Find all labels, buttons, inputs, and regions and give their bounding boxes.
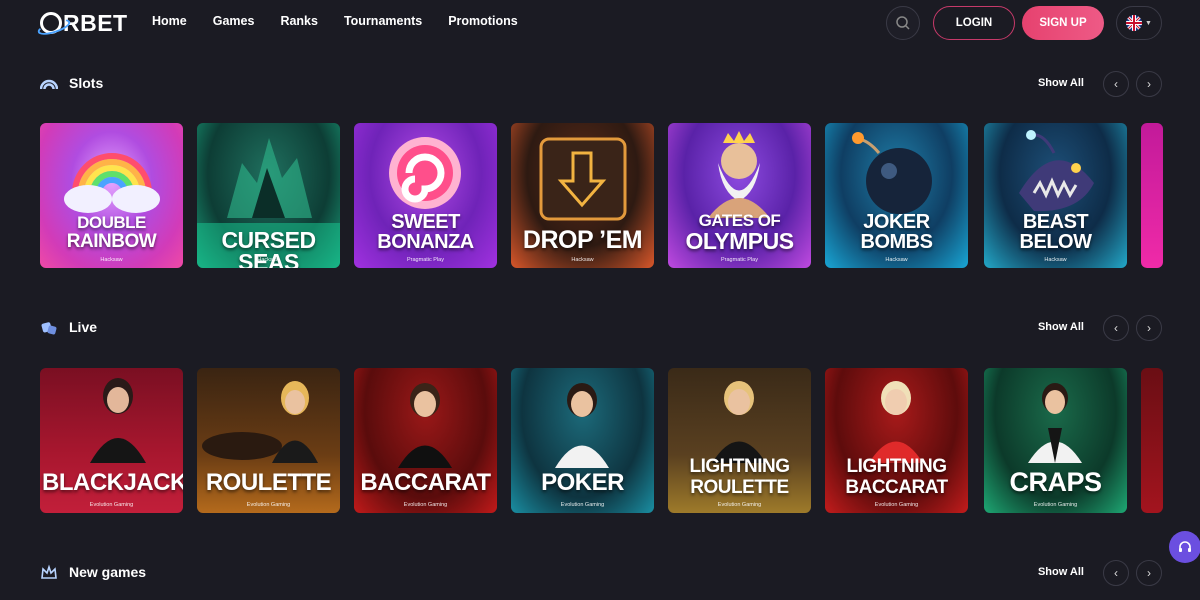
game-title-line2: ROULETTE (690, 477, 789, 498)
scroll-left-button[interactable]: ‹ (1103, 71, 1129, 97)
game-provider: Hacksaw (100, 257, 123, 263)
game-card-partial[interactable] (1141, 123, 1163, 268)
slots-row: DOUBLE RAINBOW Hacksaw CURSED SEAS Hacks… (40, 123, 1200, 268)
game-title-line1: DOUBLE (77, 213, 146, 232)
game-title: BACCARAT (360, 469, 491, 496)
game-title-line1: JOKER (863, 211, 930, 233)
nav-ranks[interactable]: Ranks (280, 14, 318, 28)
logo[interactable]: RBET (40, 10, 128, 36)
game-card[interactable]: SWEET BONANZA Pragmatic Play (354, 123, 497, 268)
chevron-right-icon: › (1147, 566, 1151, 580)
game-title: POKER (541, 469, 624, 496)
game-card[interactable]: CURSED SEAS Hacksaw (197, 123, 340, 268)
game-card[interactable]: DOUBLE RAINBOW Hacksaw (40, 123, 183, 268)
game-provider: Hacksaw (571, 257, 594, 263)
section-title: Live (69, 319, 98, 335)
scroll-right-button[interactable]: › (1136, 315, 1162, 341)
game-provider: Evolution Gaming (1033, 502, 1078, 508)
chevron-down-icon: ▼ (1145, 19, 1152, 27)
game-card[interactable]: DROP ’EM Hacksaw (511, 123, 654, 268)
uk-flag-icon (1126, 15, 1143, 31)
game-card[interactable]: BACCARAT Evolution Gaming (354, 368, 497, 513)
game-card[interactable]: POKER Evolution Gaming (511, 368, 654, 513)
game-title-line2: RAINBOW (66, 231, 157, 252)
nav-promotions[interactable]: Promotions (448, 14, 517, 28)
game-provider: Hacksaw (257, 257, 280, 263)
game-card[interactable]: BEAST BELOW Hacksaw (984, 123, 1127, 268)
game-provider: Pragmatic Play (721, 257, 758, 263)
crown-icon (41, 564, 57, 579)
main-nav: Home Games Ranks Tournaments Promotions (152, 14, 544, 28)
game-provider: Pragmatic Play (407, 257, 444, 263)
rainbow-icon (40, 79, 58, 90)
game-card[interactable]: ROULETTE Evolution Gaming (197, 368, 340, 513)
slots-section-header: Slots Show All ‹ › (40, 71, 1162, 97)
game-title-line1: LIGHTNING (689, 456, 791, 477)
game-title-line2: BACCARAT (845, 477, 948, 498)
game-card[interactable]: GATES OF OLYMPUS Pragmatic Play (668, 123, 811, 268)
top-bar: RBET Home Games Ranks Tournaments Promot… (0, 0, 1200, 46)
section-title: New games (69, 564, 147, 580)
live-section-header: Live Show All ‹ › (40, 315, 1162, 341)
game-title: CRAPS (1009, 467, 1102, 497)
chevron-right-icon: › (1147, 321, 1151, 335)
game-provider: Evolution Gaming (717, 502, 762, 508)
nav-tournaments[interactable]: Tournaments (344, 14, 422, 28)
game-provider: Evolution Gaming (403, 502, 448, 508)
scroll-left-button[interactable]: ‹ (1103, 560, 1129, 586)
game-title: BLACKJACK (42, 469, 183, 496)
game-provider: Evolution Gaming (246, 502, 291, 508)
game-card[interactable]: CRAPS Evolution Gaming (984, 368, 1127, 513)
game-provider: Evolution Gaming (89, 502, 134, 508)
search-button[interactable] (886, 6, 920, 40)
game-title-line1: SWEET (391, 211, 460, 233)
show-all-link[interactable]: Show All (1038, 566, 1084, 578)
chevron-left-icon: ‹ (1114, 77, 1118, 91)
game-title-line1: GATES OF (698, 211, 781, 230)
chevron-left-icon: ‹ (1114, 321, 1118, 335)
chevron-right-icon: › (1147, 77, 1151, 91)
signup-button[interactable]: SIGN UP (1022, 6, 1104, 40)
nav-home[interactable]: Home (152, 14, 187, 28)
live-row: BLACKJACK Evolution Gaming ROULETTE Evol… (40, 368, 1200, 513)
game-title-line1: LIGHTNING (846, 456, 948, 477)
game-provider: Hacksaw (1044, 257, 1067, 263)
support-chat-button[interactable] (1169, 531, 1200, 563)
game-card[interactable]: LIGHTNING ROULETTE Evolution Gaming (668, 368, 811, 513)
logo-orbit-icon (40, 12, 62, 34)
scroll-right-button[interactable]: › (1136, 560, 1162, 586)
dice-icon (41, 322, 57, 335)
logo-text: RBET (63, 9, 128, 36)
game-title: ROULETTE (205, 469, 332, 496)
game-card[interactable]: JOKER BOMBS Hacksaw (825, 123, 968, 268)
game-title-line2: OLYMPUS (685, 228, 794, 254)
show-all-link[interactable]: Show All (1038, 321, 1084, 333)
scroll-right-button[interactable]: › (1136, 71, 1162, 97)
game-card[interactable]: LIGHTNING BACCARAT Evolution Gaming (825, 368, 968, 513)
game-title-line2: BELOW (1019, 231, 1092, 253)
game-title: DROP ’EM (522, 226, 643, 254)
show-all-link[interactable]: Show All (1038, 77, 1084, 89)
game-provider: Hacksaw (885, 257, 908, 263)
headset-icon (1179, 541, 1191, 552)
game-title-line2: BOMBS (860, 231, 933, 253)
scroll-left-button[interactable]: ‹ (1103, 315, 1129, 341)
nav-games[interactable]: Games (213, 14, 255, 28)
language-selector[interactable]: ▼ (1116, 6, 1162, 40)
game-title-line2: BONANZA (377, 231, 474, 253)
game-card[interactable]: BLACKJACK Evolution Gaming (40, 368, 183, 513)
game-provider: Evolution Gaming (874, 502, 919, 508)
new-games-section-header: New games Show All ‹ › (40, 560, 1162, 586)
game-card-partial[interactable] (1141, 368, 1163, 513)
game-provider: Evolution Gaming (560, 502, 605, 508)
search-icon (896, 16, 910, 30)
game-title-line1: BEAST (1022, 211, 1089, 233)
login-button[interactable]: LOGIN (933, 6, 1015, 40)
section-title: Slots (69, 75, 104, 91)
chevron-left-icon: ‹ (1114, 566, 1118, 580)
